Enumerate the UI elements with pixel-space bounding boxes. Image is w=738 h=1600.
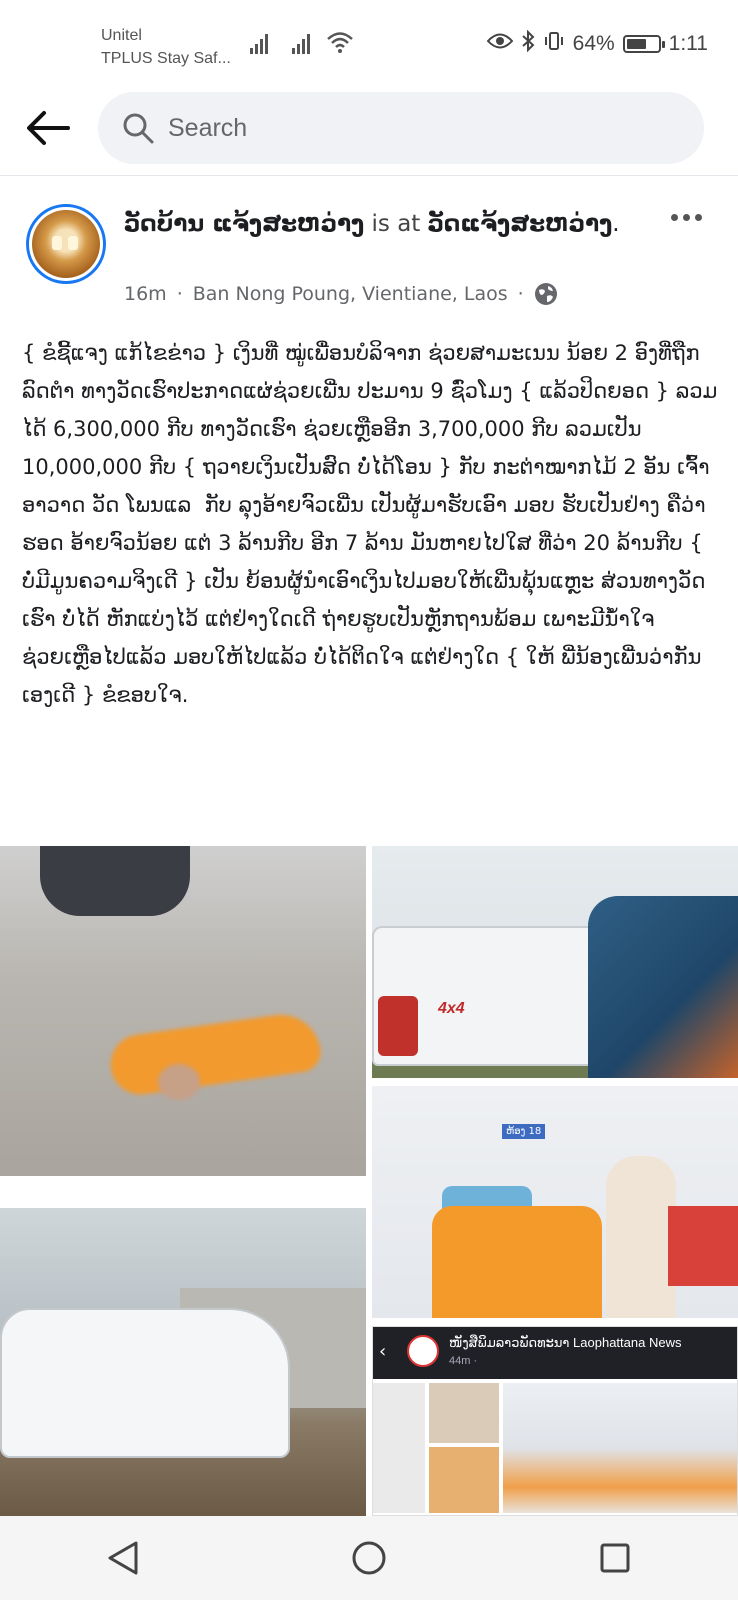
avatar[interactable] bbox=[26, 204, 106, 284]
tarp-shape bbox=[588, 896, 738, 1078]
post-time[interactable]: 16m bbox=[124, 283, 167, 305]
wifi-icon bbox=[326, 30, 354, 58]
globe-icon bbox=[534, 283, 557, 305]
robe-shape bbox=[106, 1009, 324, 1099]
post-meta: 16m · Ban Nong Poung, Vientiane, Laos · bbox=[124, 282, 558, 306]
person-shape bbox=[606, 1156, 676, 1318]
triangle-back-icon bbox=[108, 1541, 138, 1575]
search-icon bbox=[123, 113, 154, 144]
location-suffix: . bbox=[612, 211, 620, 237]
battery-percent: 64% bbox=[572, 32, 615, 55]
search-header: Search bbox=[0, 80, 738, 176]
car-shape bbox=[0, 1308, 290, 1458]
signal-icon bbox=[250, 32, 268, 54]
search-input[interactable]: Search bbox=[98, 92, 704, 164]
news-thumb bbox=[429, 1383, 499, 1443]
square-recent-icon bbox=[600, 1543, 630, 1573]
photo-news-screenshot[interactable]: ‹ ໜັງສືພິມລາວພັດທະນາ Laophattana News 44… bbox=[372, 1326, 738, 1516]
chevron-left-icon: ‹ bbox=[379, 1341, 387, 1362]
photo-damaged-car[interactable] bbox=[0, 1208, 366, 1516]
photo-pickup-truck[interactable]: 4x4 bbox=[372, 846, 738, 1078]
photo-accident-scene[interactable] bbox=[0, 846, 366, 1176]
truck-badge: 4x4 bbox=[438, 1000, 465, 1017]
system-nav-bar bbox=[0, 1516, 738, 1600]
room-sign: ຫ້ອງ 18 bbox=[502, 1124, 546, 1139]
tail-light-shape bbox=[378, 996, 418, 1056]
separator: · bbox=[517, 283, 524, 305]
status-bar: Unitel TPLUS Stay Saf... 64% 1:11 bbox=[0, 0, 738, 80]
nav-back-button[interactable] bbox=[83, 1528, 163, 1588]
gift-box-shape bbox=[668, 1206, 738, 1286]
post-header: ວັດບ້ານ ແຈ້ງສະຫວ່າງ is at ວັດແຈ້ງສະຫວ່າງ… bbox=[0, 192, 738, 322]
news-post-time: 44m · bbox=[449, 1355, 478, 1367]
post-title: ວັດບ້ານ ແຈ້ງສະຫວ່າງ is at ວັດແຈ້ງສະຫວ່າງ… bbox=[124, 206, 644, 242]
vibrate-icon bbox=[543, 30, 565, 58]
news-header: ‹ ໜັງສືພິມລາວພັດທະນາ Laophattana News 44… bbox=[373, 1327, 737, 1379]
location-link[interactable]: ວັດແຈ້ງສະຫວ່າງ bbox=[428, 211, 613, 237]
eye-icon bbox=[486, 32, 514, 56]
news-page-name: ໜັງສືພິມລາວພັດທະນາ Laophattana News bbox=[449, 1335, 682, 1350]
bed-shape bbox=[432, 1206, 602, 1318]
dot-icon bbox=[682, 213, 690, 221]
nav-home-button[interactable] bbox=[329, 1528, 409, 1588]
motorcycle-shape bbox=[40, 846, 190, 916]
back-button[interactable] bbox=[24, 104, 72, 152]
dot-icon bbox=[670, 213, 678, 221]
clock: 1:11 bbox=[668, 32, 708, 55]
signal-icon-2 bbox=[292, 32, 310, 54]
status-right: 64% 1:11 bbox=[486, 29, 708, 58]
news-thumb bbox=[429, 1447, 499, 1513]
carrier-name: Unitel bbox=[101, 27, 142, 44]
news-thumb bbox=[373, 1383, 425, 1513]
arrow-left-icon bbox=[27, 111, 70, 145]
post-place[interactable]: Ban Nong Poung, Vientiane, Laos bbox=[193, 283, 508, 305]
news-thumb bbox=[503, 1383, 737, 1513]
photo-hospital[interactable]: ຫ້ອງ 18 bbox=[372, 1086, 738, 1318]
dot-icon bbox=[694, 213, 702, 221]
more-options-button[interactable] bbox=[664, 202, 708, 232]
is-at-text: is at bbox=[371, 211, 421, 237]
circle-home-icon bbox=[352, 1541, 386, 1575]
news-page-avatar bbox=[407, 1335, 439, 1367]
author-name[interactable]: ວັດບ້ານ ແຈ້ງສະຫວ່າງ bbox=[124, 211, 364, 237]
head-shape bbox=[158, 1064, 200, 1100]
post-body: { ຂໍຊີ້ແຈງ ແກ້ໄຂຂ່າວ } ເງິນທີ່ ໝູ່ເພື່ອນ… bbox=[22, 341, 718, 707]
search-placeholder: Search bbox=[168, 113, 248, 142]
bluetooth-icon bbox=[521, 29, 535, 58]
nav-recent-button[interactable] bbox=[575, 1528, 655, 1588]
battery-icon bbox=[622, 35, 665, 53]
carrier-info: Unitel TPLUS Stay Saf... bbox=[101, 24, 231, 70]
separator: · bbox=[176, 283, 183, 305]
carrier-network: TPLUS Stay Saf... bbox=[101, 50, 231, 67]
